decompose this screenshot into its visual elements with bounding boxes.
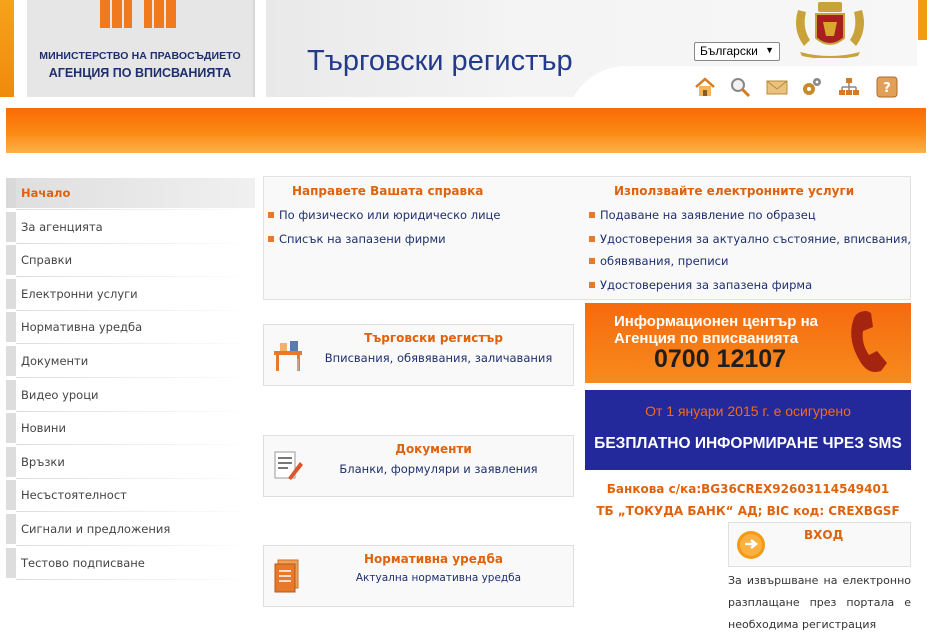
sms-banner-line1: От 1 януари 2015 г. е осигурено (645, 403, 851, 419)
e-service-link-certificates-cont[interactable]: обявявания, преписи (588, 250, 728, 272)
site-title: Търговски регистър (307, 45, 573, 77)
e-service-link-application[interactable]: Подаване на заявление по образец (589, 204, 816, 226)
sms-banner[interactable]: От 1 януари 2015 г. е осигурено БЕЗПЛАТН… (585, 390, 911, 470)
services-panel: Направете Вашата справка По физическо ил… (263, 176, 911, 300)
header-orange-band (6, 108, 926, 153)
sidebar-item-news[interactable]: Новини (6, 413, 255, 446)
e-services-section-title: Използвайте електронните услуги (614, 184, 855, 198)
sidebar-item-label: Връзки (21, 454, 65, 469)
search-icon[interactable] (728, 76, 752, 98)
sidebar-item-label: Справки (21, 253, 73, 268)
card-subtitle: Бланки, формуляри и заявления (339, 462, 538, 476)
card-title: Търговски регистър (364, 331, 503, 345)
card-subtitle: Актуална нормативна уредба (355, 572, 522, 584)
card-legislation[interactable]: Нормативна уредба Актуална нормативна ур… (263, 545, 574, 607)
mail-icon[interactable] (765, 76, 789, 98)
sidebar-item-inquiries[interactable]: Справки (6, 245, 255, 278)
sidebar-item-test-signing[interactable]: Тестово подписване (6, 547, 255, 580)
inquiry-link-person[interactable]: По физическо или юридическо лице (267, 204, 500, 226)
sidebar-item-label: Нормативна уредба (21, 320, 143, 335)
chevron-down-icon: ▼ (765, 45, 774, 55)
sidebar-item-label: Тестово подписване (21, 555, 145, 570)
sidebar-item-label: Новини (21, 421, 66, 436)
sidebar-item-insolvency[interactable]: Несъстоятелност (6, 480, 255, 513)
agency-logo[interactable]: МИНИСТЕРСТВО НА ПРАВОСЪДИЕТО АГЕНЦИЯ ПО … (27, 0, 255, 97)
sidebar-item-about[interactable]: За агенцията (6, 211, 255, 244)
settings-icon[interactable] (800, 76, 824, 98)
sidebar-item-feedback[interactable]: Сигнали и предложения (6, 513, 255, 546)
sidebar-item-label: Сигнали и предложения (21, 521, 171, 536)
e-service-link-certificates[interactable]: Удостоверения за актуално състояние, впи… (588, 228, 911, 250)
sidebar-item-e-services[interactable]: Електронни услуги (6, 278, 255, 311)
sidebar-item-legislation[interactable]: Нормативна уредба (6, 312, 255, 345)
card-subtitle: Вписвания, обявявания, заличавания (324, 351, 553, 365)
sidebar-item-label: Електронни услуги (21, 286, 138, 301)
card-title: Нормативна уредба (363, 552, 504, 566)
sitemap-icon[interactable] (837, 76, 861, 98)
language-select[interactable]: Български ▼ (694, 42, 780, 61)
sidebar-item-label: Видео уроци (21, 387, 99, 402)
sidebar-item-label: Несъстоятелност (21, 488, 127, 503)
sidebar-item-label: За агенцията (21, 219, 103, 234)
info-center-title: Информационен център на Агенция по вписв… (614, 313, 818, 347)
card-trade-register[interactable]: Търговски регистър Вписвания, обявявания… (263, 324, 574, 386)
help-icon[interactable]: ? (875, 76, 899, 98)
home-icon[interactable] (693, 76, 717, 98)
inquiry-section-title: Направете Вашата справка (292, 184, 484, 198)
agency-logo-icon (100, 0, 176, 28)
login-title: ВХОД (804, 528, 844, 542)
logo-agency-text: АГЕНЦИЯ ПО ВПИСВАНИЯТА (48, 66, 232, 80)
inquiry-link-reserved-names[interactable]: Списък на запазени фирми (268, 228, 446, 250)
sms-banner-line2: БЕЗПЛАТНО ИНФОРМИРАНЕ ЧРЕЗ SMS (594, 435, 902, 452)
phone-icon (851, 311, 887, 372)
info-center-phone: 0700 12107 (654, 345, 787, 373)
login-description: За извършване на електронно разплащане п… (728, 574, 911, 631)
sidebar-item-label: Документи (21, 353, 89, 368)
coat-of-arms-icon (796, 2, 864, 58)
bank-bic: ТБ „ТОКУДА БАНК“ АД; BIC код: CREXBGSF (596, 504, 900, 518)
bank-account: Банкова с/ка:BG36CREX92603114549401 (606, 482, 890, 496)
sidebar-item-documents[interactable]: Документи (6, 345, 255, 378)
info-center-banner[interactable]: Информационен център на Агенция по вписв… (585, 303, 911, 383)
header-left-stripe (0, 0, 14, 97)
card-documents[interactable]: Документи Бланки, формуляри и заявления (263, 435, 574, 497)
header-right-stripe (918, 0, 927, 40)
login-box[interactable]: ВХОД (728, 522, 911, 567)
info-center-line1: Информационен център на (614, 313, 819, 330)
login-icon (737, 531, 765, 559)
svg-text:?: ? (883, 81, 891, 96)
card-title: Документи (395, 442, 472, 456)
sidebar-nav: Начало За агенцията Справки Електронни у… (6, 178, 255, 581)
sidebar-item-home[interactable]: Начало (6, 178, 255, 210)
sidebar-item-links[interactable]: Връзки (6, 446, 255, 479)
e-service-link-reserved-name[interactable]: Удостоверения за запазена фирма (588, 274, 812, 296)
logo-ministry-text: МИНИСТЕРСТВО НА ПРАВОСЪДИЕТО (39, 50, 241, 62)
language-select-value: Български (700, 44, 758, 58)
sidebar-item-video-tutorials[interactable]: Видео уроци (6, 379, 255, 412)
sidebar-item-label: Начало (21, 186, 71, 200)
